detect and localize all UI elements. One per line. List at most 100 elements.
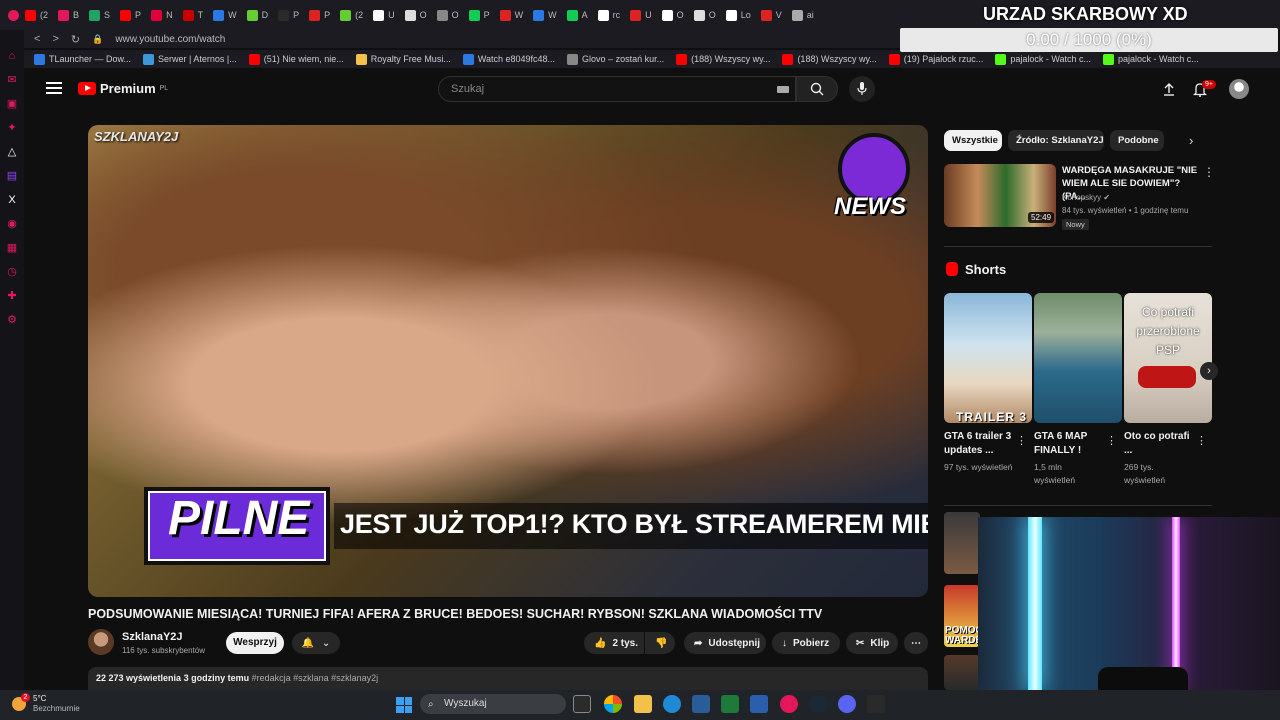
browser-tab[interactable]: T [179,5,208,25]
like-button[interactable]: 👍 2 tys. [584,632,644,654]
browser-tab[interactable]: U [369,5,399,25]
more-vert-icon[interactable]: ⋮ [1106,434,1117,447]
steam-icon[interactable] [809,695,827,713]
bookmark-item[interactable]: (188) Wszyscy wy... [782,53,877,65]
file-explorer-icon[interactable] [634,695,652,713]
download-button[interactable]: ↓ Pobierz [772,632,840,654]
weather-description[interactable]: Bezchmurnie [33,704,80,713]
short-thumbnail[interactable] [944,293,1032,423]
browser-tab[interactable]: ai [788,5,818,25]
opera-logo-icon[interactable] [8,9,19,21]
short-thumbnail[interactable] [1034,293,1122,423]
youtube-logo[interactable]: Premium PL [78,81,168,96]
clip-button[interactable]: ✂ Klip [846,632,898,654]
browser-tab[interactable]: N [147,5,177,25]
chevron-right-icon[interactable]: › [1200,362,1218,380]
back-icon[interactable]: < [24,33,40,45]
bookmark-item[interactable]: Royalty Free Musi... [355,53,451,65]
forward-icon[interactable]: > [52,33,58,45]
browser-tab[interactable]: O [690,5,720,25]
url-field[interactable]: www.youtube.com/watch [115,34,225,45]
browser-tab[interactable]: V [757,5,786,25]
browser-tab[interactable]: P [116,5,145,25]
bookmark-item[interactable]: TLauncher — Dow... [34,53,131,65]
search-button[interactable] [796,76,838,102]
short-title[interactable]: Oto co potrafi ... [1124,430,1194,458]
browser-tab[interactable]: Lo [722,5,755,25]
edge-icon[interactable] [663,695,681,713]
browser-tab[interactable]: S [85,5,114,25]
create-button[interactable] [1160,80,1178,98]
weather-temperature[interactable]: 5°C [33,694,46,703]
sidebar-twitch-icon[interactable]: ▤ [6,170,18,182]
bookmark-item[interactable]: pajalock - Watch c... [1103,53,1199,65]
bookmark-item[interactable]: Glovo – zostań kur... [567,53,664,65]
chevron-right-icon[interactable]: › [1189,134,1203,148]
reload-icon[interactable]: ↻ [71,33,80,46]
description-box[interactable]: 22 273 wyświetlenia 3 godziny temu #reda… [88,667,928,691]
account-avatar[interactable] [1229,79,1249,99]
copilot-icon[interactable] [604,695,622,713]
browser-tab[interactable]: A [563,5,592,25]
sidebar-settings-icon[interactable]: ⚙ [6,314,18,326]
keyboard-icon[interactable] [777,86,789,93]
share-button[interactable]: ➦ Udostępnij [684,632,766,654]
sidebar-extensions-icon[interactable]: ✚ [6,290,18,302]
browser-tab[interactable]: rc [594,5,625,25]
chip-related[interactable]: Podobne [1110,130,1164,151]
sidebar-ai-icon[interactable]: △ [6,146,18,158]
bookmark-item[interactable]: Watch e8049fc48... [462,53,555,65]
browser-tab[interactable]: O [401,5,431,25]
sidebar-player-icon[interactable]: ◉ [6,218,18,230]
app-icon[interactable] [750,695,768,713]
browser-tab[interactable]: D [243,5,273,25]
support-button[interactable]: Wesprzyj [226,632,284,654]
menu-icon[interactable] [46,82,62,96]
sidebar-mail-icon[interactable]: ✦ [6,122,18,134]
store-icon[interactable] [692,695,710,713]
browser-tab[interactable]: O [433,5,463,25]
browser-tab[interactable]: U [626,5,656,25]
browser-tab[interactable]: P [465,5,494,25]
browser-tab[interactable]: B [54,5,83,25]
browser-tab[interactable]: W [209,5,241,25]
bookmark-item[interactable]: (188) Wszyscy wy... [676,53,770,65]
more-vert-icon[interactable]: ⋮ [1203,165,1215,179]
chip-source[interactable]: Źródło: SzklanaY2J [1008,130,1104,151]
bookmark-item[interactable]: (19) Pajalock rzuc... [888,53,983,65]
sidebar-history-icon[interactable]: ◷ [6,266,18,278]
windows-start-icon[interactable] [396,697,412,713]
browser-tab[interactable]: P [305,5,334,25]
sidebar-wallet-icon[interactable]: ▦ [6,242,18,254]
sidebar-x-icon[interactable]: X [6,194,18,206]
recommendation-channel[interactable]: Konopskyy ✔ [1062,193,1110,202]
short-title[interactable]: GTA 6 MAP FINALLY ! [1034,430,1104,458]
search-input[interactable] [439,77,759,101]
app-icon[interactable] [867,695,885,713]
recommendation-thumbnail[interactable] [944,512,980,574]
dislike-button[interactable]: 👎 [645,632,675,654]
browser-tab[interactable]: O [658,5,688,25]
browser-tab[interactable]: W [496,5,528,25]
channel-name[interactable]: SzklanaY2J [122,631,183,643]
sidebar-home-icon[interactable]: ⌂ [6,50,18,62]
task-view-icon[interactable] [573,695,591,713]
browser-tab[interactable]: (2 [21,5,52,25]
bookmark-item[interactable]: pajalock - Watch c... [995,53,1091,65]
recommendation-thumbnail[interactable] [944,655,980,690]
bookmark-item[interactable]: Serwer | Aternos |... [143,53,237,65]
bookmark-item[interactable]: (51) Nie wiem, nie... [248,53,344,65]
sidebar-chat-icon[interactable]: ▣ [6,98,18,110]
more-vert-icon[interactable]: ⋮ [1196,434,1207,447]
browser-tab[interactable]: (2 [336,5,367,25]
browser-tab[interactable]: P [274,5,303,25]
opera-icon[interactable] [780,695,798,713]
channel-avatar[interactable] [88,629,114,655]
discord-icon[interactable] [838,695,856,713]
more-actions-button[interactable]: ⋯ [904,632,928,654]
subscription-bell-button[interactable]: 🔔 ⌄ [292,632,340,654]
video-player[interactable]: SZKLANAY2J NEWS PILNE JEST JUŻ TOP1!? KT… [88,125,928,597]
browser-tab[interactable]: W [529,5,561,25]
excel-icon[interactable] [721,695,739,713]
hashtags[interactable]: #redakcja #szklana #szklanay2j [252,673,379,683]
